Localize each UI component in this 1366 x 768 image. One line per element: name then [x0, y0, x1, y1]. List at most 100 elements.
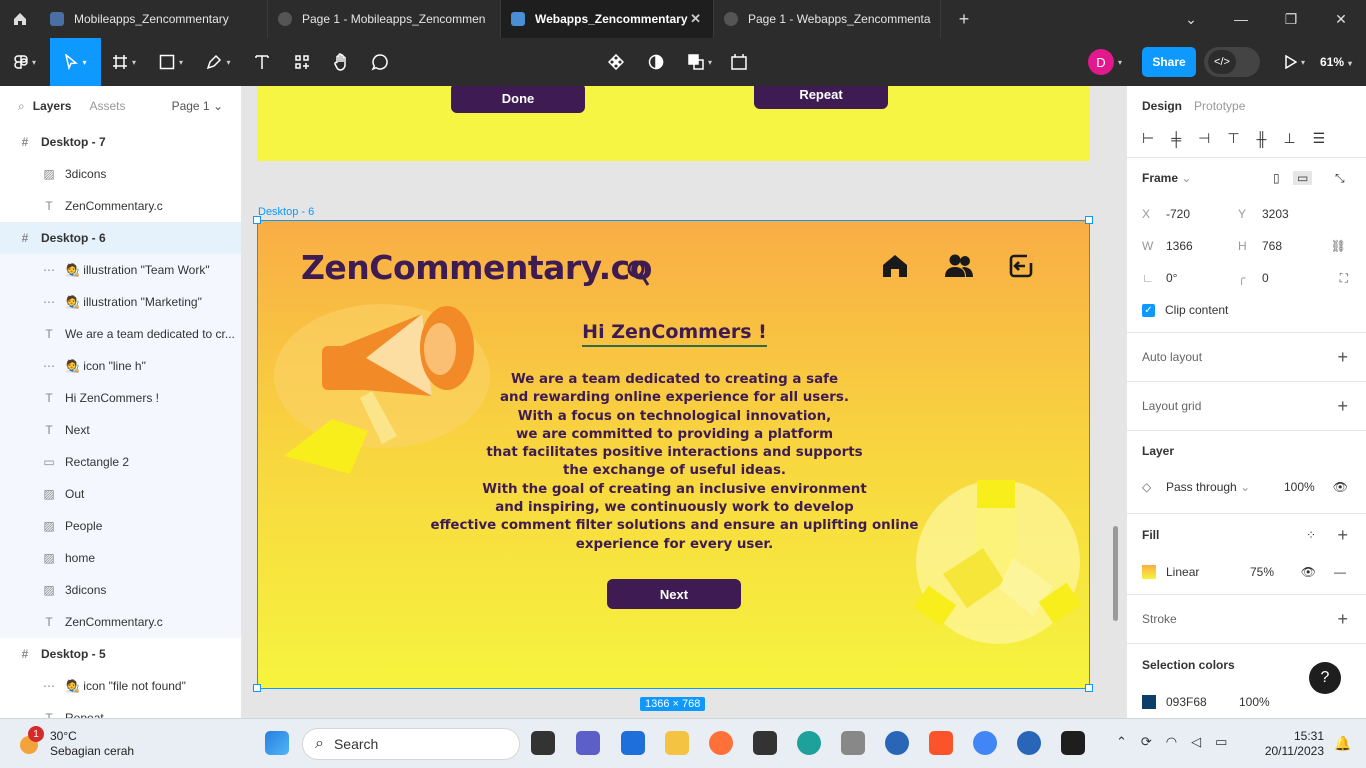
help-button[interactable]: ? — [1309, 662, 1341, 694]
minimize-icon[interactable]: — — [1216, 11, 1266, 27]
weather-widget[interactable]: 1 30°C Sebagian cerah — [18, 726, 134, 759]
layer-item[interactable]: ⋯ 🧑‍🎨 illustration "Marketing" — [0, 286, 241, 318]
resources-tool[interactable] — [282, 38, 322, 86]
add-fill-icon[interactable]: + — [1337, 525, 1348, 546]
tab-mobileapps[interactable]: Mobileapps_Zencommentary — [40, 0, 268, 38]
y-input[interactable]: 3203 — [1262, 207, 1334, 221]
repeat-button[interactable]: Repeat — [754, 86, 888, 109]
align-right-icon[interactable]: ⊣ — [1198, 130, 1210, 147]
align-left-icon[interactable]: ⊢ — [1142, 130, 1154, 147]
store-icon[interactable] — [621, 731, 645, 755]
resize-handle[interactable] — [1085, 216, 1093, 224]
frame-desktop-6[interactable]: ZenCommentary.co Hi ZenCommers ! We are … — [257, 220, 1090, 689]
landscape-icon[interactable]: ▭ — [1293, 171, 1313, 185]
tab-prototype[interactable]: Prototype — [1194, 99, 1245, 113]
remove-fill-icon[interactable]: — — [1334, 565, 1346, 579]
people-icon[interactable] — [944, 253, 974, 279]
align-top-icon[interactable]: ⊤ — [1227, 130, 1239, 147]
comment-tool[interactable] — [360, 38, 400, 86]
resize-to-fit-icon[interactable]: ⤡ — [1335, 171, 1345, 186]
main-menu-button[interactable]: ▾ — [0, 38, 50, 86]
figma-taskbar-icon[interactable] — [1061, 731, 1085, 755]
corner-radius-icon[interactable]: ⛶ — [1340, 271, 1348, 286]
radius-input[interactable]: 0 — [1262, 271, 1334, 285]
fill-type[interactable]: Linear — [1166, 565, 1250, 579]
resize-handle[interactable] — [253, 684, 261, 692]
restore-icon[interactable]: ❐ — [1266, 11, 1316, 28]
selection-color-opacity[interactable]: 100% — [1239, 695, 1270, 709]
close-icon[interactable]: ✕ — [690, 11, 701, 27]
app-icon[interactable] — [1017, 731, 1041, 755]
done-button[interactable]: Done — [451, 86, 585, 113]
zoom-level[interactable]: 61% ▾ — [1320, 55, 1366, 69]
file-explorer-icon[interactable] — [665, 731, 689, 755]
layer-item[interactable]: ⋯ 🧑‍🎨 illustration "Team Work" — [0, 254, 241, 286]
checkbox-checked-icon[interactable]: ✓ — [1142, 303, 1155, 317]
layer-item[interactable]: T Hi ZenCommers ! — [0, 382, 241, 414]
width-input[interactable]: 1366 — [1166, 239, 1238, 253]
bell-icon[interactable]: 🔔 — [1334, 735, 1351, 752]
eye-icon[interactable]: 👁 — [1333, 480, 1348, 494]
chrome-icon[interactable] — [973, 731, 997, 755]
frame-tool[interactable]: ▾ — [101, 38, 147, 86]
canvas-scrollbar[interactable] — [1113, 526, 1118, 621]
add-layout-grid-icon[interactable]: + — [1337, 396, 1348, 417]
distribute-icon[interactable]: ☰ — [1313, 130, 1326, 147]
mask-tool[interactable] — [636, 38, 676, 86]
tab-page1-mobileapps[interactable]: Page 1 - Mobileapps_Zencommen — [268, 0, 501, 38]
search-icon[interactable]: ⌕ — [18, 99, 25, 114]
dropbox-icon[interactable] — [753, 731, 777, 755]
layer-item[interactable]: T We are a team dedicated to cr... — [0, 318, 241, 350]
portrait-icon[interactable]: ▯ — [1273, 171, 1280, 185]
shape-tool[interactable]: ▾ — [147, 38, 195, 86]
layer-item[interactable]: T ZenCommentary.c — [0, 190, 241, 222]
edge-icon[interactable] — [797, 731, 821, 755]
system-tray[interactable]: ⌃⟳◠◁▭ — [1116, 734, 1241, 750]
layer-item[interactable]: # Desktop - 5 — [0, 638, 241, 670]
clip-content-row[interactable]: ✓ Clip content — [1142, 294, 1351, 326]
tab-page1-webapps[interactable]: Page 1 - Webapps_Zencommenta — [714, 0, 941, 38]
resize-handle[interactable] — [253, 216, 261, 224]
logout-icon[interactable] — [1008, 253, 1034, 279]
chevron-down-icon[interactable]: ⌄ — [1166, 11, 1216, 28]
style-icon[interactable]: ⁘ — [1306, 528, 1316, 542]
clock[interactable]: 15:31 20/11/2023 — [1260, 729, 1324, 759]
component-tool[interactable] — [596, 38, 636, 86]
frame-title[interactable]: Frame ⌄ — [1142, 171, 1191, 185]
brave-icon[interactable] — [929, 731, 953, 755]
align-center-v-icon[interactable]: ╫ — [1257, 131, 1267, 147]
frame-desktop-7[interactable]: Done Repeat — [257, 86, 1090, 161]
layer-opacity-input[interactable]: 100% — [1284, 480, 1315, 494]
constrain-proportions-icon[interactable]: ⛓ — [1331, 239, 1346, 253]
crop-tool[interactable] — [724, 38, 754, 86]
selection-color-swatch[interactable] — [1142, 695, 1156, 709]
home-icon[interactable] — [882, 253, 908, 279]
dev-mode-toggle[interactable]: </> — [1204, 47, 1260, 77]
eye-icon[interactable]: 👁 — [1301, 565, 1316, 579]
present-button[interactable]: ▾ — [1270, 55, 1320, 69]
layer-item[interactable]: ▨ People — [0, 510, 241, 542]
align-center-h-icon[interactable]: ╪ — [1171, 131, 1181, 147]
task-view-icon[interactable] — [531, 731, 555, 755]
next-button[interactable]: Next — [607, 579, 741, 609]
firefox-icon[interactable] — [709, 731, 733, 755]
windows-start-icon[interactable] — [265, 731, 289, 755]
tab-design[interactable]: Design — [1142, 99, 1182, 113]
layer-item[interactable]: ▨ 3dicons — [0, 574, 241, 606]
boolean-tool[interactable]: ▾ — [676, 38, 724, 86]
layer-item[interactable]: T Next — [0, 414, 241, 446]
layer-item[interactable]: ▭ Rectangle 2 — [0, 446, 241, 478]
taskbar-search[interactable]: ⌕ Search — [302, 728, 520, 760]
text-tool[interactable] — [242, 38, 282, 86]
move-tool[interactable]: ▾ — [50, 38, 101, 86]
align-bottom-icon[interactable]: ⊥ — [1283, 130, 1295, 147]
rotation-input[interactable]: 0° — [1166, 271, 1238, 285]
blend-mode-select[interactable]: Pass through ⌄ — [1166, 480, 1284, 494]
layer-item[interactable]: ⋯ 🧑‍🎨 icon "line h" — [0, 350, 241, 382]
tab-webapps[interactable]: Webapps_Zencommentary ✕ — [501, 0, 714, 38]
new-tab-button[interactable]: + — [941, 9, 987, 30]
resize-handle[interactable] — [1085, 684, 1093, 692]
layer-item[interactable]: T ZenCommentary.c — [0, 606, 241, 638]
app-icon[interactable] — [841, 731, 865, 755]
layer-item[interactable]: ▨ home — [0, 542, 241, 574]
